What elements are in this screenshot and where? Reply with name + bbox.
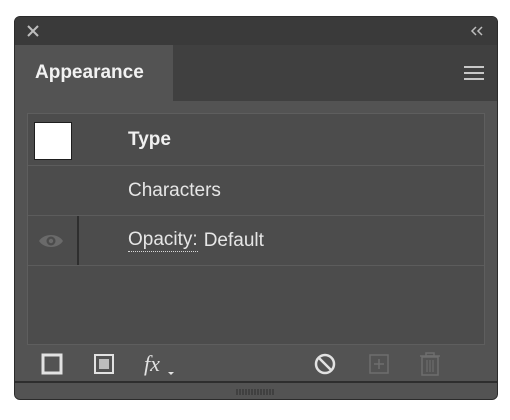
appearance-row-characters[interactable]: Characters <box>28 166 484 216</box>
panel-bottom-toolbar: fx <box>15 347 497 381</box>
clear-appearance-icon[interactable] <box>312 351 338 377</box>
eye-icon[interactable] <box>38 231 64 251</box>
add-new-stroke-icon[interactable] <box>39 351 65 377</box>
appearance-attribute-list: Type Characters Opacity: Default <box>27 113 485 345</box>
appearance-row-opacity[interactable]: Opacity: Default <box>28 216 484 266</box>
appearance-panel: Appearance Type Characters Opacity: Defa… <box>14 16 498 400</box>
opacity-value: Default <box>203 229 264 251</box>
duplicate-item-icon[interactable] <box>366 351 392 377</box>
collapse-chevrons-icon[interactable] <box>469 25 485 37</box>
tab-strip: Appearance <box>15 45 497 101</box>
hamburger-menu-icon[interactable] <box>463 64 485 82</box>
close-icon[interactable] <box>26 24 40 38</box>
row-divider <box>77 216 79 265</box>
fx-icon[interactable]: fx <box>143 351 177 377</box>
appearance-row-type[interactable]: Type <box>28 114 484 166</box>
panel-titlebar <box>15 17 497 45</box>
opacity-text: Opacity: Default <box>128 216 264 265</box>
resize-grip-icon[interactable] <box>235 388 275 396</box>
tab-appearance[interactable]: Appearance <box>15 45 173 101</box>
opacity-link[interactable]: Opacity: <box>128 229 198 252</box>
characters-label: Characters <box>128 179 221 201</box>
trash-icon[interactable] <box>417 351 443 377</box>
add-new-fill-icon[interactable] <box>91 351 117 377</box>
type-swatch[interactable] <box>34 122 72 160</box>
panel-resize-bar <box>15 381 497 399</box>
type-label: Type <box>128 128 171 150</box>
svg-text:fx: fx <box>144 351 160 376</box>
